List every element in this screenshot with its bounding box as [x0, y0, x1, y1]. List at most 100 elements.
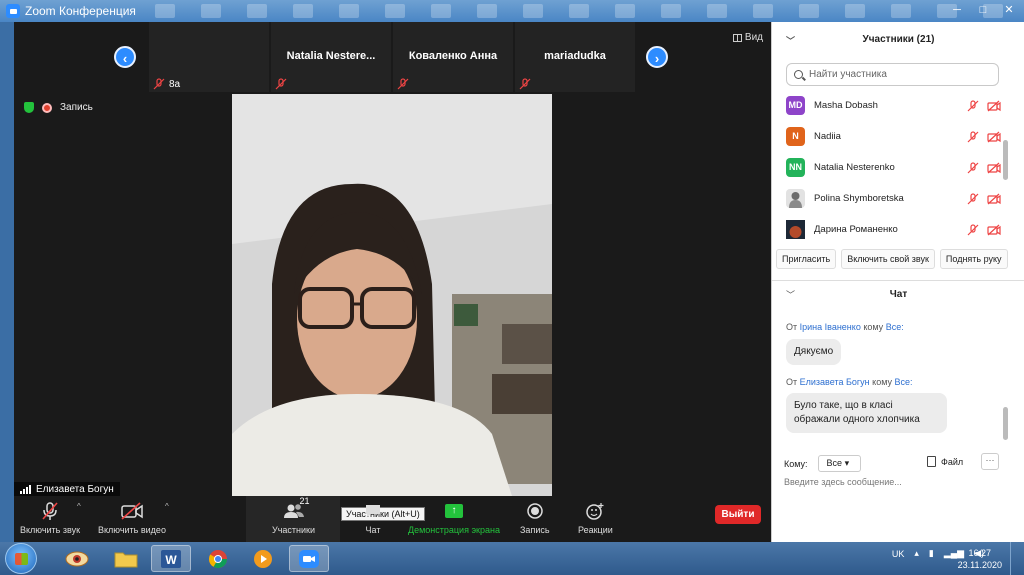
video-options-caret-icon[interactable]: ^ — [165, 502, 169, 511]
language-indicator[interactable]: UK — [892, 549, 905, 559]
share-screen-icon: ↑ — [444, 504, 463, 518]
show-desktop-button[interactable] — [1010, 542, 1024, 575]
battery-icon[interactable]: ▮ — [929, 548, 934, 559]
tray-expand-icon[interactable]: ▴ — [914, 548, 919, 559]
panel-divider — [772, 280, 1024, 281]
participants-panel-title: Участники (21) — [862, 33, 935, 45]
start-video-label: Включить видео — [98, 525, 166, 535]
taskbar-app[interactable] — [57, 545, 97, 572]
unmute-label: Включить звук — [20, 525, 81, 535]
profile-photo — [786, 220, 805, 239]
recipient-select[interactable]: Все ▾ — [817, 455, 861, 472]
video-tile[interactable]: 8a — [149, 22, 269, 92]
participants-scrollbar[interactable] — [1003, 140, 1008, 180]
chat-message-bubble: Дякуємо — [786, 339, 842, 365]
file-button[interactable]: Файл — [927, 456, 963, 467]
video-tile[interactable]: Коваленко Анна — [393, 22, 513, 92]
reactions-label: Реакции — [578, 525, 613, 535]
chat-icon — [366, 505, 380, 517]
participant-row[interactable]: N Nadiia — [786, 121, 1011, 152]
chat-scrollbar[interactable] — [1003, 407, 1008, 440]
tile-name: Natalia Nestere... — [286, 50, 376, 62]
tile-label: 8a — [169, 79, 181, 90]
media-player-icon — [254, 549, 272, 568]
share-screen-button[interactable]: ↑ Демонстрация экрана — [408, 500, 500, 535]
recording-icon[interactable] — [42, 102, 52, 113]
maximize-icon[interactable]: □ — [974, 3, 992, 17]
video-off-icon — [121, 502, 143, 520]
participant-row[interactable]: Polina Shymboretska — [786, 183, 1011, 214]
unmute-self-button[interactable]: Включить свой звук — [841, 249, 935, 269]
mic-muted-icon — [275, 78, 287, 90]
avatar: N — [786, 127, 805, 146]
meeting-area: 8a Natalia Nestere... Коваленко Анна mar… — [14, 22, 771, 542]
start-video-button[interactable]: Включить видео — [98, 500, 166, 535]
more-options-button[interactable]: ··· — [981, 453, 999, 470]
recipient-name[interactable]: Все: — [895, 377, 913, 387]
video-tile[interactable]: Natalia Nestere... — [271, 22, 391, 92]
svg-text:W: W — [165, 553, 177, 567]
desktop-edge — [0, 22, 14, 542]
video-off-icon — [987, 100, 1001, 112]
recipient-name[interactable]: Все: — [886, 322, 904, 332]
chat-label: Чат — [365, 525, 381, 535]
record-button[interactable]: Запись — [520, 500, 550, 535]
taskbar-app[interactable] — [106, 545, 146, 572]
encryption-shield-icon[interactable] — [24, 102, 34, 113]
taskbar-app[interactable] — [243, 545, 283, 572]
sender-name[interactable]: Елизавета Богун — [800, 377, 870, 387]
participants-label: Участники — [272, 525, 315, 535]
mic-muted-icon — [967, 162, 979, 174]
prev-page-button[interactable]: ‹ — [114, 46, 136, 68]
minimize-icon[interactable]: ─ — [948, 3, 966, 17]
tile-name: Коваленко Анна — [408, 50, 498, 62]
file-icon — [927, 456, 936, 467]
to-label: Кому: — [784, 458, 808, 469]
clock[interactable]: 16:27 23.11.2020 — [958, 547, 1002, 571]
collapse-chevron-icon[interactable]: ﹀ — [786, 284, 795, 306]
next-page-button[interactable]: › — [646, 46, 668, 68]
word-icon: W — [161, 549, 181, 568]
start-button[interactable] — [5, 543, 37, 574]
audio-options-caret-icon[interactable]: ^ — [77, 502, 81, 511]
view-button[interactable]: Вид — [732, 32, 763, 43]
invite-button[interactable]: Пригласить — [776, 249, 837, 269]
grid-view-icon — [732, 33, 742, 42]
participant-row[interactable]: NN Natalia Nesterenko — [786, 152, 1011, 183]
collapse-chevron-icon[interactable]: ﹀ — [786, 34, 795, 47]
chat-header: ﹀ Чат — [772, 284, 1024, 306]
zoom-icon — [299, 549, 319, 568]
raise-hand-button[interactable]: Поднять руку — [939, 249, 1008, 269]
taskbar-app[interactable]: W — [151, 545, 191, 572]
side-panel: ﹀ Участники (21) Найти участника MD Mash… — [771, 22, 1024, 542]
reactions-button[interactable]: Реакции — [578, 500, 613, 535]
record-icon — [527, 503, 543, 519]
participant-row[interactable]: Дарина Романенко — [786, 214, 1011, 245]
search-placeholder: Найти участника — [809, 69, 887, 80]
chat-message-meta: От Елизавета Богун кому Все: — [786, 377, 913, 387]
sender-name[interactable]: Ірина Іваненко — [800, 322, 861, 332]
participants-button[interactable]: 21 Участники — [272, 496, 315, 535]
participant-row[interactable]: MD Masha Dobash — [786, 90, 1011, 121]
video-tile[interactable]: mariadudka — [515, 22, 635, 92]
avatar — [786, 189, 805, 208]
folder-icon — [114, 552, 138, 567]
video-off-icon — [987, 224, 1001, 236]
mic-muted-icon — [967, 100, 979, 112]
chat-message-input[interactable]: Введите здесь сообщение... — [784, 477, 902, 487]
chat-message-meta: От Ірина Іваненко кому Все: — [786, 322, 904, 332]
unmute-button[interactable]: Включить звук — [20, 500, 80, 535]
participant-name: Natalia Nesterenko — [814, 162, 895, 173]
windows-taskbar: W UK ▴ ▮ ▂▄▆ ◀) 16:27 23.11.2020 — [0, 542, 1024, 575]
close-icon[interactable]: ✕ — [1000, 3, 1018, 17]
clock-time: 16:27 — [968, 548, 992, 558]
taskbar-app[interactable] — [289, 545, 329, 572]
participant-search-input[interactable]: Найти участника — [786, 63, 999, 86]
leave-meeting-button[interactable]: Выйти — [715, 505, 761, 524]
video-off-icon — [987, 162, 1001, 174]
meeting-toolbar: Включить звук ^ Включить видео ^ 21 Учас… — [14, 496, 771, 542]
record-label: Запись — [520, 525, 550, 535]
clock-date: 23.11.2020 — [957, 560, 1002, 570]
chat-button[interactable]: Чат — [364, 500, 382, 535]
taskbar-app[interactable] — [198, 545, 238, 572]
